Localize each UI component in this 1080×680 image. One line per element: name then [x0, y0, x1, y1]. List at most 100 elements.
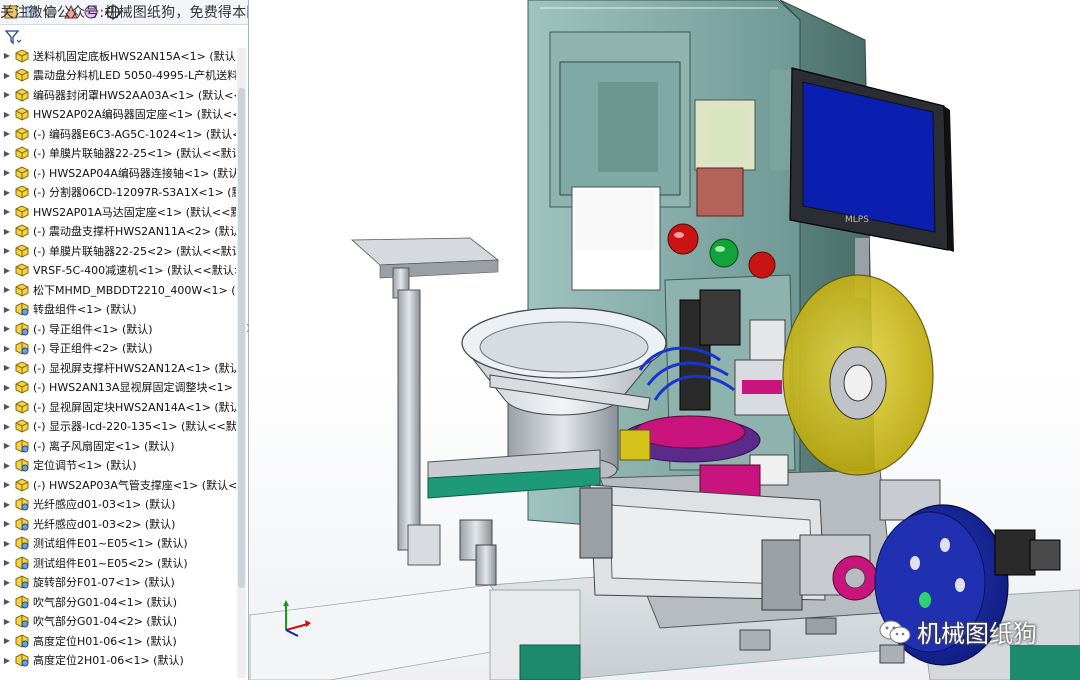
expand-arrow-icon[interactable]: ▶ — [0, 441, 14, 450]
tree-item-label: 光纤感应d01-03<1> (默认) — [33, 498, 176, 512]
expand-arrow-icon[interactable]: ▶ — [0, 383, 14, 392]
expand-arrow-icon[interactable]: ▶ — [0, 617, 14, 626]
tree-item[interactable]: ▶ 测试组件E01~E05<1> (默认) — [0, 534, 236, 554]
tree-item[interactable]: ▶ (-) 编码器E6C3-AG5C-1024<1> (默认< — [0, 124, 236, 144]
tree-item[interactable]: ▶ 编码器封闭罩HWS2AA03A<1> (默认<< — [0, 85, 236, 105]
expand-arrow-icon[interactable]: ▶ — [0, 110, 14, 119]
tree-item[interactable]: ▶ 旋转部分F01-07<1> (默认) — [0, 573, 236, 593]
tree-item[interactable]: ▶ 高度定位2H01-06<1> (默认) — [0, 651, 236, 671]
tree-scrollbar[interactable] — [237, 48, 246, 678]
tree-item[interactable]: ▶ (-) 显视屏固定块HWS2AN14A<1> (默认 — [0, 397, 236, 417]
expand-arrow-icon[interactable]: ▶ — [0, 500, 14, 509]
expand-arrow-icon[interactable]: ▶ — [0, 149, 14, 158]
tree-item-label: (-) HWS2AP04A编码器连接轴<1> (默认 — [33, 166, 236, 180]
part-icon — [15, 205, 29, 219]
tree-item-label: (-) 显示器-lcd-220-135<1> (默认<<默 — [33, 420, 236, 434]
filter-icon[interactable] — [4, 28, 22, 46]
assembly-icon — [15, 595, 29, 609]
tree-item[interactable]: ▶ (-) 单膜片联轴器22-25<1> (默认<<默认 — [0, 144, 236, 164]
tree-item[interactable]: ▶ 高度定位H01-06<1> (默认) — [0, 631, 236, 651]
expand-arrow-icon[interactable]: ▶ — [0, 207, 14, 216]
tree-item[interactable]: ▶ 光纤感应d01-03<1> (默认) — [0, 495, 236, 515]
tree-item[interactable]: ▶ (-) HWS2AP03A气管支撑座<1> (默认< — [0, 475, 236, 495]
expand-arrow-icon[interactable]: ▶ — [0, 578, 14, 587]
part-icon — [15, 244, 29, 258]
expand-arrow-icon[interactable]: ▶ — [0, 636, 14, 645]
expand-arrow-icon[interactable]: ▶ — [0, 129, 14, 138]
brand-watermark: 机械图纸狗 — [879, 614, 1037, 649]
tree-item[interactable]: ▶ (-) HWS2AN13A显视屏固定调整块<1> — [0, 378, 236, 398]
tree-item-label: 定位调节<1> (默认) — [33, 459, 137, 473]
expand-arrow-icon[interactable]: ▶ — [0, 558, 14, 567]
tree-item[interactable]: ▶ (-) 震动盘支撑杆HWS2AN11A<2> (默认 — [0, 222, 236, 242]
tree-item[interactable]: ▶ (-) 导正组件<2> (默认) — [0, 339, 236, 359]
tree-item-label: (-) HWS2AP03A气管支撑座<1> (默认< — [33, 478, 236, 492]
tree-item-label: 编码器封闭罩HWS2AA03A<1> (默认<< — [33, 88, 236, 102]
tree-item-label: 送料机固定底板HWS2AN15A<1> (默认<< — [33, 49, 236, 63]
expand-arrow-icon[interactable]: ▶ — [0, 461, 14, 470]
expand-arrow-icon[interactable]: ▶ — [0, 188, 14, 197]
tree-item[interactable]: ▶ 光纤感应d01-03<2> (默认) — [0, 514, 236, 534]
expand-arrow-icon[interactable]: ▶ — [0, 285, 14, 294]
assembly-icon — [15, 614, 29, 628]
part-icon — [15, 88, 29, 102]
tree-item[interactable]: ▶ 送料机固定底板HWS2AN15A<1> (默认<< — [0, 46, 236, 66]
tree-item-label: 高度定位2H01-06<1> (默认) — [33, 654, 184, 668]
tree-item[interactable]: ▶ (-) 离子风扇固定<1> (默认) — [0, 436, 236, 456]
tree-item[interactable]: ▶ 转盘组件<1> (默认) — [0, 300, 236, 320]
expand-arrow-icon[interactable]: ▶ — [0, 519, 14, 528]
expand-arrow-icon[interactable]: ▶ — [0, 71, 14, 80]
expand-arrow-icon[interactable]: ▶ — [0, 266, 14, 275]
assembly-icon — [15, 322, 29, 336]
view-triad — [283, 600, 311, 637]
tree-item[interactable]: ▶ (-) 显示器-lcd-220-135<1> (默认<<默 — [0, 417, 236, 437]
graphics-viewport[interactable]: MLPS 机械图纸狗 — [249, 0, 1080, 680]
tree-item-label: (-) 分割器06CD-12097R-S3A1X<1> (默 — [33, 186, 236, 200]
tree-item[interactable]: ▶ 吹气部分G01-04<1> (默认) — [0, 592, 236, 612]
tree-item[interactable]: ▶ 定位调节<1> (默认) — [0, 456, 236, 476]
part-icon — [15, 263, 29, 277]
tree-item-label: (-) 震动盘支撑杆HWS2AN11A<2> (默认 — [33, 225, 236, 239]
part-icon — [15, 380, 29, 394]
expand-arrow-icon[interactable]: ▶ — [0, 656, 14, 665]
tree-item[interactable]: ▶ 测试组件E01~E05<2> (默认) — [0, 553, 236, 573]
part-icon — [15, 107, 29, 121]
tree-item[interactable]: ▶ HWS2AP02A编码器固定座<1> (默认<< — [0, 105, 236, 125]
part-icon — [15, 166, 29, 180]
part-icon — [15, 400, 29, 414]
expand-arrow-icon[interactable]: ▶ — [0, 246, 14, 255]
expand-arrow-icon[interactable]: ▶ — [0, 51, 14, 60]
tree-item[interactable]: ▶ HWS2AP01A马达固定座<1> (默认<<默 — [0, 202, 236, 222]
expand-arrow-icon[interactable]: ▶ — [0, 305, 14, 314]
expand-arrow-icon[interactable]: ▶ — [0, 363, 14, 372]
expand-arrow-icon[interactable]: ▶ — [0, 422, 14, 431]
expand-arrow-icon[interactable]: ▶ — [0, 168, 14, 177]
expand-arrow-icon[interactable]: ▶ — [0, 344, 14, 353]
expand-arrow-icon[interactable]: ▶ — [0, 90, 14, 99]
tree-item-label: (-) 导正组件<1> (默认) — [33, 322, 153, 336]
tree-item-label: (-) 导正组件<2> (默认) — [33, 342, 153, 356]
expand-arrow-icon[interactable]: ▶ — [0, 402, 14, 411]
expand-arrow-icon[interactable]: ▶ — [0, 597, 14, 606]
tree-item[interactable]: ▶ (-) 导正组件<1> (默认) — [0, 319, 236, 339]
tree-item[interactable]: ▶ (-) 分割器06CD-12097R-S3A1X<1> (默 — [0, 183, 236, 203]
tree-item-label: HWS2AP01A马达固定座<1> (默认<<默 — [33, 205, 236, 219]
tree-item[interactable]: ▶ (-) 显视屏支撑杆HWS2AN12A<1> (默认 — [0, 358, 236, 378]
tree-item[interactable]: ▶ (-) HWS2AP04A编码器连接轴<1> (默认 — [0, 163, 236, 183]
tree-item[interactable]: ▶ (-) 单膜片联轴器22-25<2> (默认<<默认 — [0, 241, 236, 261]
tree-item[interactable]: ▶ 震动盘分料机LED 5050-4995-L产机送料 — [0, 66, 236, 86]
assembly-icon — [15, 439, 29, 453]
tree-item-label: (-) 显视屏固定块HWS2AN14A<1> (默认 — [33, 400, 236, 414]
tree-item-label: 旋转部分F01-07<1> (默认) — [33, 576, 175, 590]
tree-item[interactable]: ▶ 吹气部分G01-04<2> (默认) — [0, 612, 236, 632]
tree-scrollbar-thumb[interactable] — [238, 88, 245, 588]
tree-toolbar: 关注微信公众号:机械图纸狗，免费得本图 — [0, 0, 248, 25]
expand-arrow-icon[interactable]: ▶ — [0, 539, 14, 548]
expand-arrow-icon[interactable]: ▶ — [0, 227, 14, 236]
part-icon — [15, 49, 29, 63]
tree-item[interactable]: ▶ 松下MHMD_MBDDT2210_400W<1> ( — [0, 280, 236, 300]
expand-arrow-icon[interactable]: ▶ — [0, 480, 14, 489]
tree-item[interactable]: ▶ VRSF-5C-400减速机<1> (默认<<默认> — [0, 261, 236, 281]
expand-arrow-icon[interactable]: ▶ — [0, 324, 14, 333]
tree-item-label: 高度定位H01-06<1> (默认) — [33, 634, 177, 648]
